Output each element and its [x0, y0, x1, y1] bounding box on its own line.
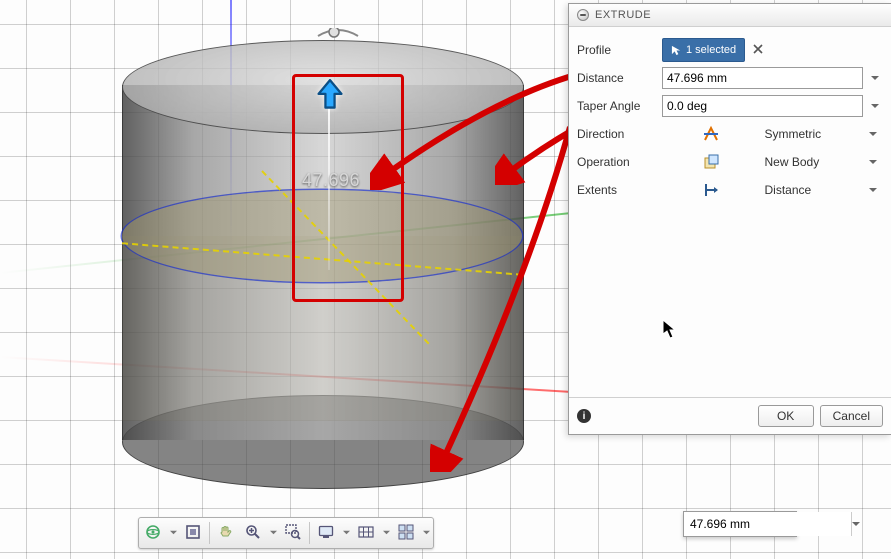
chevron-down-icon	[869, 186, 877, 194]
distance-input[interactable]	[662, 67, 863, 89]
clear-selection-button[interactable]	[749, 38, 767, 60]
zoom-icon	[244, 523, 262, 541]
display-button[interactable]	[313, 519, 339, 545]
taper-dropdown[interactable]	[867, 95, 883, 117]
label-extents: Extents	[577, 183, 662, 197]
dialog-footer: i OK Cancel	[569, 397, 891, 434]
grid-menu[interactable]	[380, 519, 392, 545]
row-profile: Profile 1 selected	[577, 37, 883, 63]
profile-selection-chip[interactable]: 1 selected	[662, 38, 745, 62]
row-direction: Direction Symmetric	[577, 121, 883, 147]
grid-button[interactable]	[353, 519, 379, 545]
profile-selection-count: 1 selected	[686, 44, 736, 56]
label-distance: Distance	[577, 71, 662, 85]
extents-combo[interactable]: Distance	[662, 179, 883, 201]
grid-icon	[357, 523, 375, 541]
display-icon	[317, 523, 335, 541]
symmetric-icon	[664, 125, 759, 143]
zoom-window-button[interactable]	[280, 519, 306, 545]
row-distance: Distance	[577, 65, 883, 91]
extents-distance-icon	[664, 181, 759, 199]
row-operation: Operation New Body	[577, 149, 883, 175]
chevron-down-icon	[869, 130, 877, 138]
navigation-toolbar[interactable]	[138, 517, 434, 549]
extents-dropdown[interactable]	[865, 186, 881, 194]
direction-dropdown[interactable]	[865, 130, 881, 138]
chevron-down-icon	[869, 158, 877, 166]
floating-dimension-field[interactable]	[684, 512, 851, 536]
hand-icon	[217, 523, 235, 541]
direction-combo[interactable]: Symmetric	[662, 123, 883, 145]
orbit-button[interactable]	[140, 519, 166, 545]
operation-combo[interactable]: New Body	[662, 151, 883, 173]
info-icon[interactable]: i	[577, 409, 591, 423]
zoom-menu[interactable]	[267, 519, 279, 545]
label-operation: Operation	[577, 155, 662, 169]
zoom-window-icon	[284, 523, 302, 541]
row-extents: Extents Distance	[577, 177, 883, 203]
dialog-title-text: EXTRUDE	[595, 4, 651, 26]
row-taper: Taper Angle	[577, 93, 883, 119]
label-taper: Taper Angle	[577, 99, 662, 113]
dialog-titlebar[interactable]: EXTRUDE	[569, 4, 891, 27]
orbit-icon	[144, 523, 162, 541]
chevron-down-icon	[871, 102, 879, 110]
distance-dropdown[interactable]	[867, 67, 883, 89]
newbody-icon	[664, 153, 759, 171]
taper-input[interactable]	[662, 95, 863, 117]
orbit-widget[interactable]	[316, 28, 360, 44]
chevron-down-icon	[170, 529, 177, 536]
chevron-down-icon	[383, 529, 390, 536]
collapse-icon[interactable]	[577, 9, 589, 21]
annotation-highlight-box	[292, 74, 404, 302]
floating-dimension-input[interactable]	[683, 511, 797, 537]
chevron-down-icon	[343, 529, 350, 536]
label-profile: Profile	[577, 43, 662, 57]
operation-dropdown[interactable]	[865, 158, 881, 166]
close-icon	[753, 44, 763, 54]
pan-button[interactable]	[213, 519, 239, 545]
cancel-button[interactable]: Cancel	[820, 405, 883, 427]
viewports-menu[interactable]	[420, 519, 432, 545]
viewports-icon	[397, 523, 415, 541]
lookat-button[interactable]	[180, 519, 206, 545]
orbit-menu[interactable]	[167, 519, 179, 545]
ok-button[interactable]: OK	[758, 405, 814, 427]
cursor-icon	[671, 45, 682, 56]
display-menu[interactable]	[340, 519, 352, 545]
operation-value: New Body	[765, 155, 860, 169]
extrude-dialog[interactable]: EXTRUDE Profile 1 selected Distance	[568, 3, 891, 435]
chevron-down-icon	[871, 74, 879, 82]
chevron-down-icon	[270, 529, 277, 536]
floating-dimension-dropdown[interactable]	[851, 512, 860, 536]
zoom-button[interactable]	[240, 519, 266, 545]
chevron-down-icon	[423, 529, 430, 536]
label-direction: Direction	[577, 127, 662, 141]
extents-value: Distance	[765, 183, 860, 197]
chevron-down-icon	[852, 520, 860, 528]
direction-value: Symmetric	[765, 127, 860, 141]
mouse-cursor	[662, 319, 678, 341]
viewports-button[interactable]	[393, 519, 419, 545]
lookat-icon	[184, 523, 202, 541]
